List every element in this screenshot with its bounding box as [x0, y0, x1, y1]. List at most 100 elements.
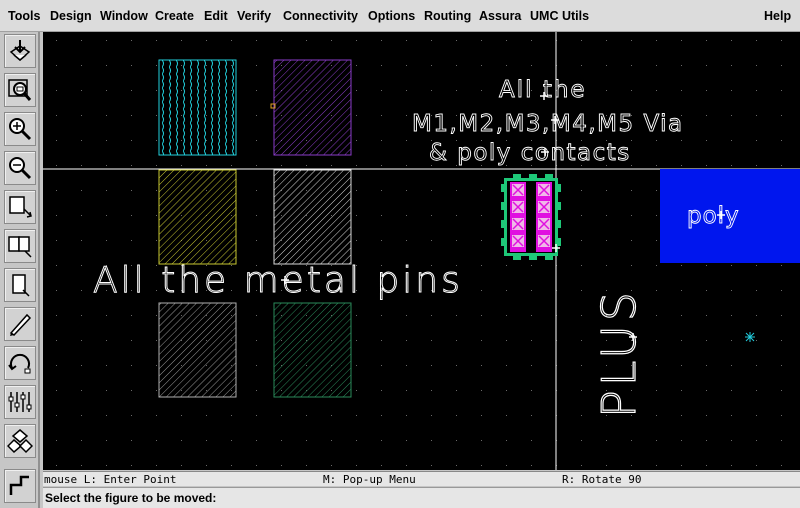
- grid-dot: [681, 265, 682, 266]
- grid-dot: [731, 365, 732, 366]
- via-tab: [529, 174, 537, 180]
- grid-dot: [581, 465, 582, 466]
- grid-dot: [131, 340, 132, 341]
- grid-dot: [731, 40, 732, 41]
- grid-dot: [756, 140, 757, 141]
- metal-pin-m3[interactable]: [158, 169, 237, 265]
- menu-routing[interactable]: Routing: [424, 9, 471, 23]
- grid-dot: [406, 365, 407, 366]
- zoom-in-button[interactable]: [4, 112, 36, 146]
- grid-dot: [656, 440, 657, 441]
- grid-dot: [431, 190, 432, 191]
- grid-dot: [81, 190, 82, 191]
- metal-pin-m6[interactable]: [273, 302, 352, 398]
- toolbar: [0, 32, 40, 508]
- grid-dot: [781, 40, 782, 41]
- stretch-button[interactable]: [4, 190, 36, 224]
- grid-dot: [481, 40, 482, 41]
- grid-dot: [356, 140, 357, 141]
- grid-dot: [481, 265, 482, 266]
- metal-pin-m2[interactable]: [273, 59, 352, 156]
- menu-help[interactable]: Help: [764, 9, 791, 23]
- grid-dot: [681, 315, 682, 316]
- grid-dot: [106, 140, 107, 141]
- grid-dot: [481, 340, 482, 341]
- grid-dot: [431, 465, 432, 466]
- path-button[interactable]: [4, 469, 36, 503]
- menu-assura[interactable]: Assura: [479, 9, 521, 23]
- grid-dot: [381, 365, 382, 366]
- grid-dot: [406, 90, 407, 91]
- grid-dot: [731, 90, 732, 91]
- grid-dot: [781, 465, 782, 466]
- hierarchy-button[interactable]: [4, 424, 36, 458]
- metal-pin-m4[interactable]: [273, 169, 352, 265]
- menu-edit[interactable]: Edit: [204, 9, 228, 23]
- grid-dot: [431, 440, 432, 441]
- grid-dot: [756, 290, 757, 291]
- grid-dot: [331, 465, 332, 466]
- grid-dot: [106, 90, 107, 91]
- copy-button[interactable]: [4, 229, 36, 263]
- zoom-out-button[interactable]: [4, 151, 36, 185]
- grid-dot: [606, 65, 607, 66]
- grid-dot: [456, 390, 457, 391]
- grid-dot: [81, 440, 82, 441]
- grid-dot: [156, 315, 157, 316]
- grid-dot: [531, 465, 532, 466]
- undo-button[interactable]: [4, 346, 36, 380]
- grid-dot: [781, 390, 782, 391]
- properties-button[interactable]: [4, 385, 36, 419]
- grid-dot: [581, 40, 582, 41]
- grid-dot: [56, 240, 57, 241]
- grid-dot: [156, 190, 157, 191]
- grid-dot: [56, 140, 57, 141]
- grid-dot: [681, 465, 682, 466]
- grid-dot: [156, 240, 157, 241]
- via-contact-array[interactable]: [501, 174, 561, 260]
- grid-dot: [381, 340, 382, 341]
- grid-dot: [56, 290, 57, 291]
- via-tab: [545, 174, 553, 180]
- menu-verify[interactable]: Verify: [237, 9, 271, 23]
- grid-dot: [231, 465, 232, 466]
- metal-pin-m1[interactable]: [158, 59, 237, 156]
- menu-window[interactable]: Window: [100, 9, 148, 23]
- grid-dot: [131, 240, 132, 241]
- move-button[interactable]: [4, 268, 36, 302]
- grid-dot: [56, 40, 57, 41]
- menu-tools[interactable]: Tools: [8, 9, 40, 23]
- grid-dot: [181, 440, 182, 441]
- layout-canvas[interactable]: All the metal pins All the M1,M2,M3,M4,M…: [43, 32, 800, 470]
- layout-drawing[interactable]: All the metal pins All the M1,M2,M3,M4,M…: [43, 32, 800, 470]
- grid-dot: [656, 190, 657, 191]
- grid-dot: [456, 90, 457, 91]
- grid-dot: [631, 140, 632, 141]
- grid-dot: [256, 190, 257, 191]
- via-tab: [501, 184, 507, 192]
- grid-dot: [506, 390, 507, 391]
- save-button[interactable]: [4, 34, 36, 68]
- grid-dot: [631, 90, 632, 91]
- grid-dot: [256, 115, 257, 116]
- menu-connectivity[interactable]: Connectivity: [283, 9, 358, 23]
- grid-dot: [431, 215, 432, 216]
- grid-dot: [681, 90, 682, 91]
- grid-dot: [81, 240, 82, 241]
- menu-create[interactable]: Create: [155, 9, 194, 23]
- delete-button[interactable]: [4, 307, 36, 341]
- zoom-fit-button[interactable]: [4, 73, 36, 107]
- grid-dot: [456, 465, 457, 466]
- grid-dot: [381, 165, 382, 166]
- menu-options[interactable]: Options: [368, 9, 415, 23]
- menu-umc-utils[interactable]: UMC Utils: [530, 9, 589, 23]
- grid-dot: [431, 390, 432, 391]
- metal-pin-m5[interactable]: [158, 302, 237, 398]
- menu-design[interactable]: Design: [50, 9, 92, 23]
- grid-dot: [81, 215, 82, 216]
- grid-dot: [781, 265, 782, 266]
- grid-dot: [756, 340, 757, 341]
- grid-dot: [481, 215, 482, 216]
- grid-dot: [406, 165, 407, 166]
- grid-dot: [756, 65, 757, 66]
